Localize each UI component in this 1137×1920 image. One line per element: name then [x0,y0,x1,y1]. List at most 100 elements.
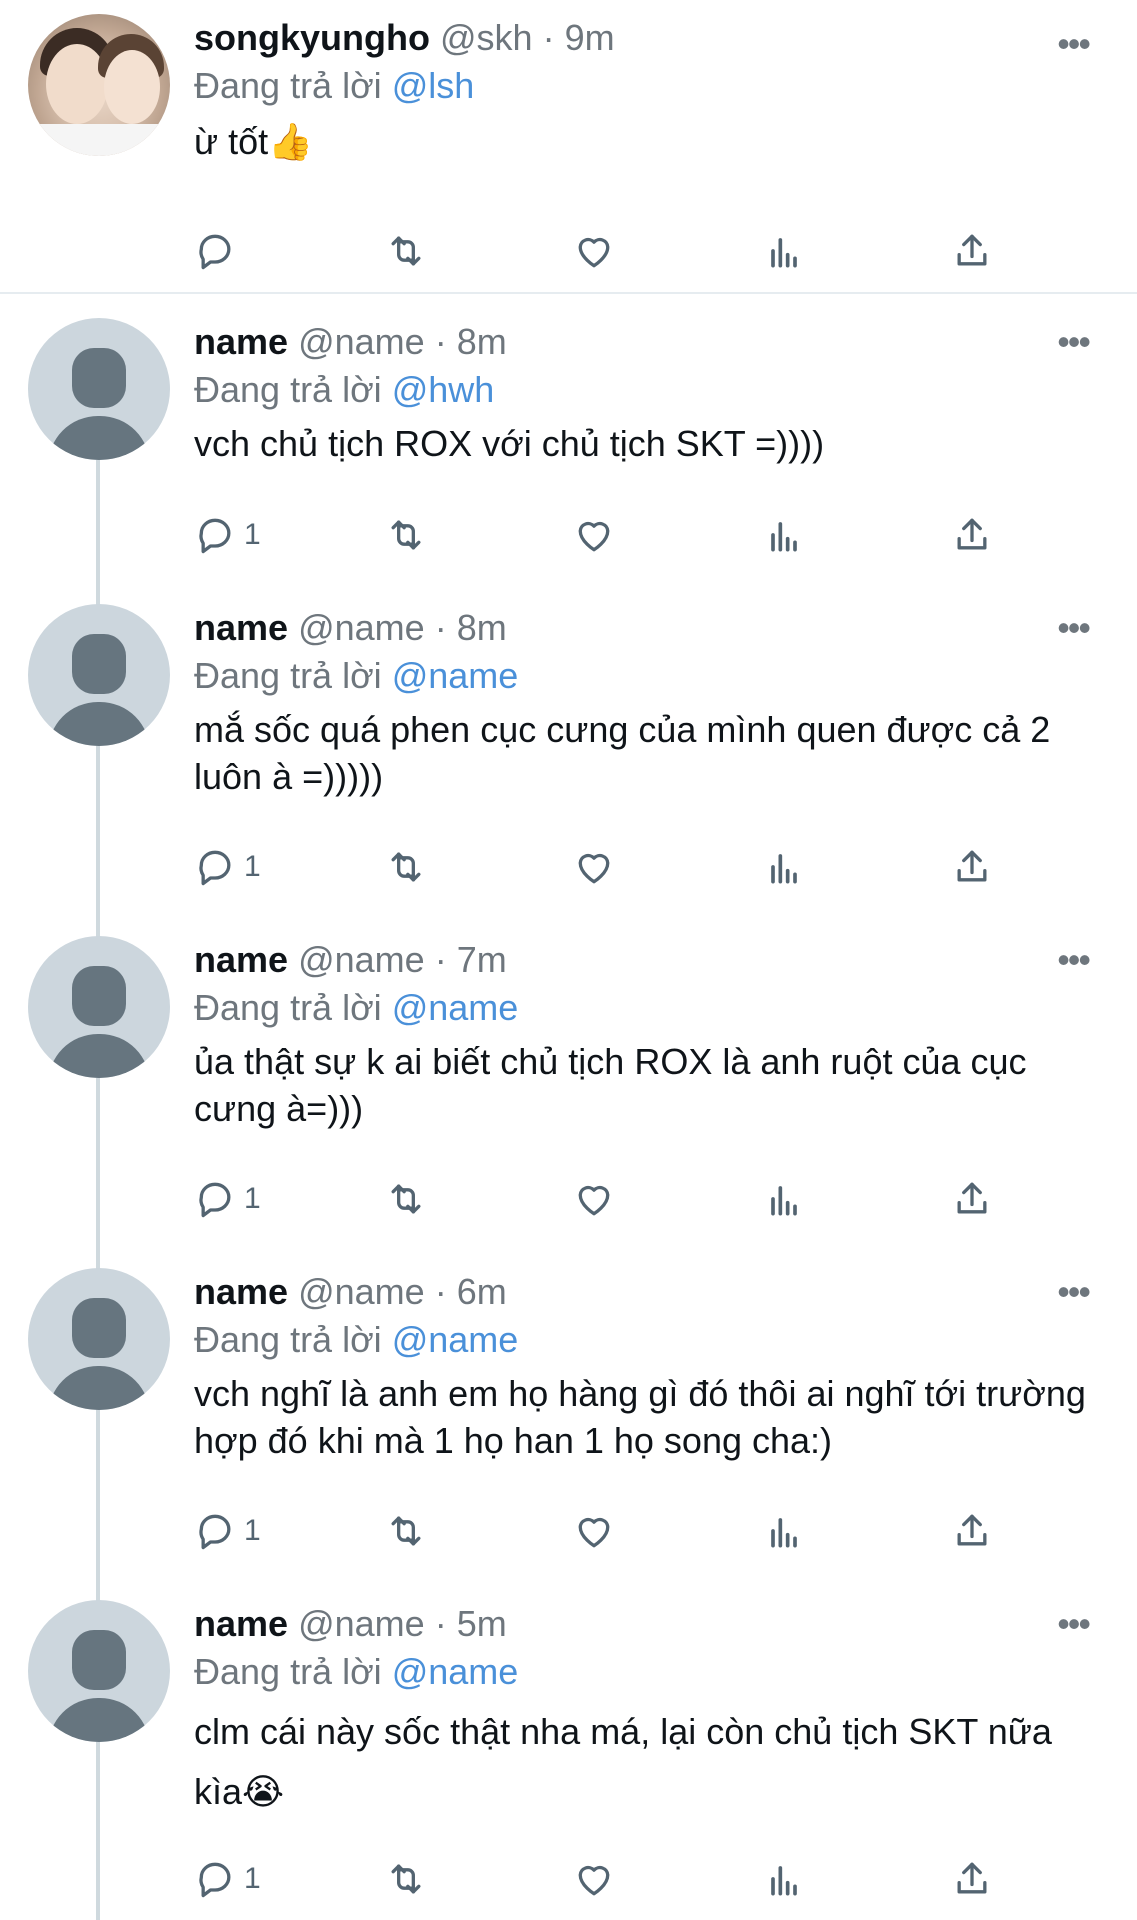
tweet-text: vch nghĩ là anh em họ hàng gì đó thôi ai… [194,1373,1086,1461]
avatar[interactable] [28,1268,170,1410]
retweet-button[interactable] [384,510,428,560]
retweet-button[interactable] [384,1506,428,1556]
share-button[interactable] [950,1854,994,1904]
display-name[interactable]: name [194,607,288,648]
reply-count: 1 [244,518,261,551]
reply-mention[interactable]: @name [392,987,519,1028]
display-name[interactable]: name [194,939,288,980]
avatar[interactable] [28,936,170,1078]
reply-button[interactable]: 1 [194,1854,261,1904]
stats-icon [771,854,797,884]
stats-button[interactable] [762,1506,806,1556]
reply-context: Đang trả lời @hwh [194,368,1097,412]
share-icon [957,518,987,550]
stats-button[interactable] [762,1854,806,1904]
like-button[interactable] [572,1506,616,1556]
reply-icon [199,234,231,270]
reply-context: Đang trả lời @name [194,1650,1097,1694]
handle[interactable]: @name [298,939,425,980]
reply-icon [199,518,231,554]
display-name[interactable]: songkyungho [194,17,430,58]
reply-context: Đang trả lời @name [194,986,1097,1030]
more-dots-icon[interactable]: ••• [1057,610,1091,646]
like-button[interactable] [572,1854,616,1904]
timestamp[interactable]: 9m [565,17,615,58]
timestamp[interactable]: 8m [457,321,507,362]
reply-prefix: Đang trả lời [194,655,382,696]
tweet-actions: 1 [194,1174,1014,1224]
retweet-icon [391,1516,421,1546]
stats-icon [771,238,797,268]
retweet-icon [391,852,421,882]
more-dots-icon[interactable]: ••• [1057,942,1091,978]
share-button[interactable] [950,1174,994,1224]
share-button[interactable] [950,510,994,560]
handle[interactable]: @name [298,321,425,362]
retweet-button[interactable] [384,226,428,276]
heart-icon [578,1517,610,1548]
reply-mention[interactable]: @lsh [392,65,475,106]
like-button[interactable] [572,842,616,892]
display-name[interactable]: name [194,1603,288,1644]
stats-button[interactable] [762,1174,806,1224]
timestamp[interactable]: 5m [457,1603,507,1644]
share-icon [957,1514,987,1546]
reply-mention[interactable]: @name [392,1651,519,1692]
reply-mention[interactable]: @name [392,1319,519,1360]
display-name[interactable]: name [194,321,288,362]
retweet-icon [391,236,421,266]
like-button[interactable] [572,226,616,276]
like-button[interactable] [572,510,616,560]
tweet-header: songkyungho @skh · 9m [194,16,1097,60]
reply-button[interactable]: 1 [194,1506,261,1556]
reply-button[interactable]: 1 [194,510,261,560]
reply-icon [199,1182,231,1218]
separator: · [434,321,447,362]
handle[interactable]: @name [298,607,425,648]
display-name[interactable]: name [194,1271,288,1312]
share-button[interactable] [950,226,994,276]
timestamp[interactable]: 7m [457,939,507,980]
handle[interactable]: @name [298,1603,425,1644]
reply-prefix: Đang trả lời [194,987,382,1028]
reply-mention[interactable]: @name [392,655,519,696]
reply-mention[interactable]: @hwh [392,369,495,410]
reply-button[interactable]: 1 [194,842,261,892]
stats-button[interactable] [762,510,806,560]
reply-button[interactable]: 1 [194,1174,261,1224]
avatar[interactable] [28,14,170,156]
avatar[interactable] [28,318,170,460]
handle[interactable]: @name [298,1271,425,1312]
share-icon [957,850,987,882]
retweet-icon [391,1864,421,1894]
avatar[interactable] [28,604,170,746]
separator: · [434,1603,447,1644]
timestamp[interactable]: 8m [457,607,507,648]
retweet-button[interactable] [384,842,428,892]
tweet-text: mắ sốc quá phen cục cưng của mình quen đ… [194,709,1051,797]
like-button[interactable] [572,1174,616,1224]
reply-button[interactable] [194,226,244,276]
reply-prefix: Đang trả lời [194,65,382,106]
share-button[interactable] [950,842,994,892]
tweet-actions: 1 [194,1506,1014,1556]
stats-button[interactable] [762,226,806,276]
timestamp[interactable]: 6m [457,1271,507,1312]
stats-icon [771,1866,797,1896]
tweet-header: name @name · 5m [194,1602,1097,1646]
handle[interactable]: @skh [440,17,533,58]
avatar[interactable] [28,1600,170,1742]
more-dots-icon[interactable]: ••• [1057,26,1091,62]
stats-button[interactable] [762,842,806,892]
reply-icon [199,850,231,886]
more-dots-icon[interactable]: ••• [1057,1274,1091,1310]
retweet-button[interactable] [384,1854,428,1904]
retweet-button[interactable] [384,1174,428,1224]
more-dots-icon[interactable]: ••• [1057,324,1091,360]
more-dots-icon[interactable]: ••• [1057,1606,1091,1642]
reply-icon [199,1862,231,1898]
share-button[interactable] [950,1506,994,1556]
divider [0,292,1137,294]
heart-icon [578,853,610,884]
heart-icon [578,1865,610,1896]
